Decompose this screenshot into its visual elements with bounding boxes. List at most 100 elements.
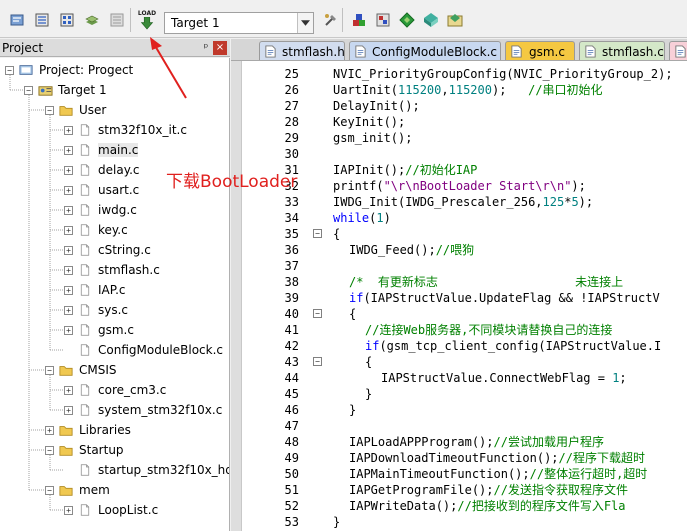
line-number: 34 [284, 211, 299, 225]
editor-tab[interactable]: stmflash.c [579, 41, 665, 60]
code-line[interactable]: 28 KeyInit(); [231, 114, 687, 130]
code-line[interactable]: 33 IWDG_Init(IWDG_Prescaler_256,125*5); [231, 194, 687, 210]
expand-toggle-icon[interactable]: + [64, 285, 73, 295]
code-line[interactable]: 53} [231, 514, 687, 530]
code-line[interactable]: 42 if(gsm_tcp_client_config(IAPStructValu… [231, 338, 687, 354]
code-line[interactable]: 31 IAPInit();//初始化IAP [231, 162, 687, 178]
expand-toggle-icon[interactable]: + [64, 385, 73, 395]
tree-file-item[interactable]: + core_cm3.c [64, 380, 166, 400]
code-line[interactable]: 47 [231, 418, 687, 434]
code-editor[interactable]: 25 NVIC_PriorityGroupConfig(NVIC_Priority… [231, 61, 687, 531]
tree-folder-item[interactable]: − CMSIS [45, 360, 117, 380]
collapse-toggle-icon[interactable]: − [45, 105, 54, 115]
expand-toggle-icon[interactable]: + [64, 145, 73, 155]
collapse-toggle-icon[interactable]: − [45, 365, 54, 375]
green-diamond-icon[interactable] [398, 11, 416, 29]
editor-tab[interactable] [669, 41, 687, 60]
fold-toggle-icon[interactable]: − [313, 309, 322, 318]
tree-file-item[interactable]: + delay.c [64, 160, 140, 180]
code-line[interactable]: 36 IWDG_Feed();//喂狗 [231, 242, 687, 258]
code-line[interactable]: 45} [231, 386, 687, 402]
chevron-down-icon[interactable] [297, 13, 313, 33]
tree-file-item[interactable]: + IAP.c [64, 280, 126, 300]
tree-file-item[interactable]: + LoopList.c [64, 500, 158, 520]
expand-toggle-icon[interactable]: + [64, 305, 73, 315]
tree-file-item[interactable]: + system_stm32f10x.c [64, 400, 222, 420]
tree-file-item[interactable]: + usart.c [64, 180, 139, 200]
code-line[interactable]: 51 IAPGetProgramFile();//发送指令获取程序文件 [231, 482, 687, 498]
tree-file-item[interactable]: + stmflash.c [64, 260, 160, 280]
code-line[interactable]: 27 DelayInit(); [231, 98, 687, 114]
tree-file-item[interactable]: + stm32f10x_it.c [64, 120, 187, 140]
tree-file-item[interactable]: + gsm.c [64, 320, 134, 340]
code-line[interactable]: 52 IAPWriteData();//把接收到的程序文件写入Fla [231, 498, 687, 514]
expand-toggle-icon[interactable]: + [64, 165, 73, 175]
manage-components-icon[interactable] [350, 11, 368, 29]
code-line[interactable]: 34 while(1) [231, 210, 687, 226]
code-line[interactable]: 30 [231, 146, 687, 162]
tree-folder-item[interactable]: − User [45, 100, 106, 120]
tree-file-item[interactable]: startup_stm32f10x_hd.s [64, 460, 229, 480]
tree-folder-item[interactable]: − mem [45, 480, 110, 500]
fold-toggle-icon[interactable]: − [313, 229, 322, 238]
code-line[interactable]: 25 NVIC_PriorityGroupConfig(NVIC_Priority… [231, 66, 687, 82]
expand-toggle-icon[interactable]: + [64, 225, 73, 235]
editor-tab[interactable]: gsm.c [505, 41, 575, 60]
expand-toggle-icon[interactable]: + [64, 185, 73, 195]
code-line[interactable]: 37 [231, 258, 687, 274]
expand-toggle-icon[interactable]: + [64, 125, 73, 135]
code-line[interactable]: 43 − { [231, 354, 687, 370]
tree-file-item[interactable]: + cString.c [64, 240, 151, 260]
build-icon[interactable] [33, 11, 51, 29]
editor-tab[interactable]: ConfigModuleBlock.c [349, 41, 501, 60]
expand-toggle-icon[interactable]: + [64, 245, 73, 255]
collapse-toggle-icon[interactable]: − [5, 65, 14, 75]
translate-icon[interactable] [8, 11, 26, 29]
tree-project-item[interactable]: − Project: Progect [5, 60, 133, 80]
tree-folder-item[interactable]: + Libraries [45, 420, 131, 440]
code-line[interactable]: 39 if(IAPStructValue.UpdateFlag && !IAPSt… [231, 290, 687, 306]
expand-toggle-icon[interactable]: + [64, 325, 73, 335]
code-line[interactable]: 32 printf("\r\nBootLoader Start\r\n"); [231, 178, 687, 194]
expand-toggle-icon[interactable]: + [45, 425, 54, 435]
expand-toggle-icon[interactable]: + [64, 405, 73, 415]
code-line[interactable]: 29 gsm_init(); [231, 130, 687, 146]
tree-file-item[interactable]: ConfigModuleBlock.c [64, 340, 223, 360]
code-line[interactable]: 50 IAPMainTimeoutFunction();//整体运行超时,超时 [231, 466, 687, 482]
code-line[interactable]: 48 IAPLoadAPPProgram();//尝试加载用户程序 [231, 434, 687, 450]
collapse-toggle-icon[interactable]: − [24, 85, 33, 95]
code-line[interactable]: 40 − { [231, 306, 687, 322]
tree-file-item[interactable]: + sys.c [64, 300, 128, 320]
rebuild-icon[interactable] [58, 11, 76, 29]
target-select[interactable]: Target 1 [164, 12, 314, 34]
code-comment: //尝试加载用户程序 [493, 435, 604, 449]
collapse-toggle-icon[interactable]: − [45, 485, 54, 495]
tree-file-item[interactable]: + key.c [64, 220, 128, 240]
expand-toggle-icon[interactable]: + [64, 505, 73, 515]
select-packs-icon[interactable] [446, 11, 464, 29]
tree-file-item[interactable]: + main.c [64, 140, 139, 160]
stop-build-icon[interactable] [108, 11, 126, 29]
pin-icon[interactable]: ᵖ [199, 41, 213, 54]
load-download-button[interactable]: LOAD [137, 9, 157, 31]
code-line[interactable]: 35 − { [231, 226, 687, 242]
expand-toggle-icon[interactable]: + [64, 205, 73, 215]
code-line[interactable]: 26 UartInit(115200,115200); //串口初始化 [231, 82, 687, 98]
fold-toggle-icon[interactable]: − [313, 357, 322, 366]
editor-tab[interactable]: stmflash.h [259, 41, 345, 60]
batch-build-icon[interactable] [83, 11, 101, 29]
tree-file-item[interactable]: + iwdg.c [64, 200, 137, 220]
code-line[interactable]: 46} [231, 402, 687, 418]
tree-folder-item[interactable]: − Startup [45, 440, 124, 460]
expand-toggle-icon[interactable]: + [64, 265, 73, 275]
pack-installer-icon[interactable] [422, 11, 440, 29]
target-options-icon[interactable] [322, 11, 340, 29]
collapse-toggle-icon[interactable]: − [45, 445, 54, 455]
code-line[interactable]: 49 IAPDownloadTimeoutFunction();//程序下载超时 [231, 450, 687, 466]
tree-target-item[interactable]: − Target 1 [24, 80, 107, 100]
file-extensions-icon[interactable] [374, 11, 392, 29]
code-line[interactable]: 44 IAPStructValue.ConnectWebFlag = 1; [231, 370, 687, 386]
code-line[interactable]: 38 /* 有更新标志 未连接上 [231, 274, 687, 290]
code-line[interactable]: 41 //连接Web服务器,不同模块请替换自己的连接 [231, 322, 687, 338]
close-icon[interactable]: × [213, 40, 227, 55]
